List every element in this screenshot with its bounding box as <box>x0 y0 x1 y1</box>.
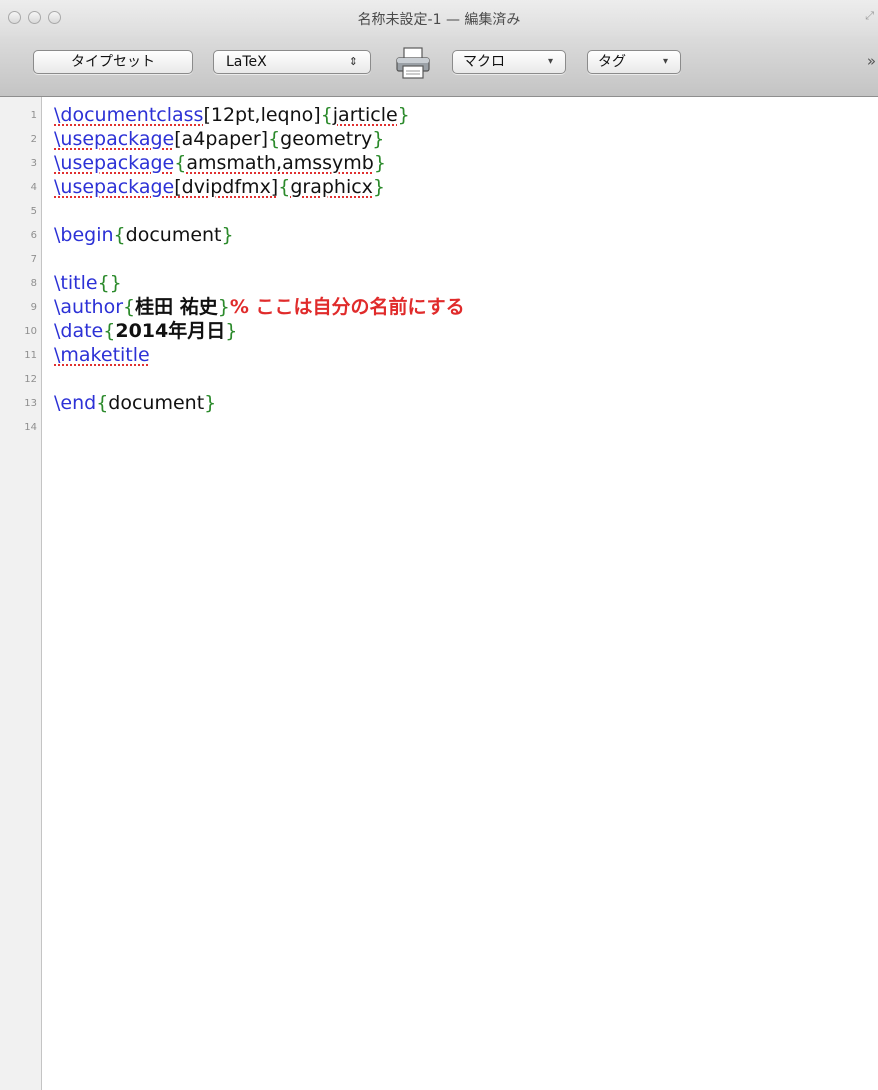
latex-command: \begin <box>54 224 114 246</box>
latex-comment: % ここは自分の名前にする <box>229 296 465 318</box>
brace: { <box>97 272 110 294</box>
brace: } <box>225 320 238 342</box>
chevron-down-icon: ▾ <box>547 56 553 67</box>
code-line[interactable]: \usepackage{amsmath,amssymb} <box>54 151 386 175</box>
format-select-value: LaTeX <box>226 54 267 70</box>
typeset-button[interactable]: タイプセット <box>33 50 193 74</box>
line-number-gutter: 1 2 3 4 5 6 7 8 9 10 11 12 13 14 <box>0 97 42 1090</box>
printer-icon[interactable] <box>393 46 433 82</box>
line-number: 14 <box>24 422 37 433</box>
code-line[interactable]: \end{document} <box>54 391 216 415</box>
latex-command: \author <box>54 296 124 318</box>
line-number: 5 <box>30 206 37 217</box>
code-line[interactable]: \title{} <box>54 271 122 295</box>
line-number: 6 <box>30 230 37 241</box>
brace: } <box>221 224 234 246</box>
line-number: 12 <box>24 374 37 385</box>
latex-argument: amsmath,amssymb <box>186 152 374 174</box>
toolbar-overflow-icon[interactable]: » <box>867 52 876 70</box>
brace: } <box>373 152 386 174</box>
brace: } <box>217 296 230 318</box>
line-number: 13 <box>24 398 37 409</box>
title-bar: 名称未設定-1 — 編集済み ⤢ <box>0 0 878 36</box>
line-number: 7 <box>30 254 37 265</box>
typeset-button-label: タイプセット <box>71 54 155 70</box>
latex-command: \date <box>54 320 104 342</box>
latex-argument: geometry <box>280 128 373 150</box>
latex-option: [12pt,leqno] <box>203 104 321 126</box>
line-number: 1 <box>30 110 37 121</box>
code-line[interactable]: \maketitle <box>54 343 150 367</box>
brace: { <box>96 392 109 414</box>
latex-command: \usepackage <box>54 176 175 198</box>
line-number: 9 <box>30 302 37 313</box>
brace: { <box>174 152 187 174</box>
brace: { <box>113 224 126 246</box>
latex-argument: 2014年月日 <box>115 320 226 342</box>
brace: } <box>372 128 385 150</box>
fullscreen-icon[interactable]: ⤢ <box>865 9 874 23</box>
chevron-down-icon: ▾ <box>662 56 668 67</box>
latex-option: [dvipdfmx] <box>174 176 279 198</box>
brace: { <box>268 128 281 150</box>
latex-argument: 桂田 祐史 <box>135 296 218 318</box>
select-arrows-icon: ⇕ <box>348 55 358 68</box>
brace: } <box>372 176 386 198</box>
code-line[interactable]: \begin{document} <box>54 223 234 247</box>
brace: { <box>278 176 291 198</box>
latex-argument: graphicx <box>290 176 373 198</box>
code-line[interactable]: \date{2014年月日} <box>54 319 237 343</box>
brace: { <box>103 320 116 342</box>
source-editor[interactable]: 1 2 3 4 5 6 7 8 9 10 11 12 13 14 \docume… <box>0 97 878 1090</box>
code-line[interactable]: \documentclass[12pt,leqno]{jarticle} <box>54 103 410 127</box>
latex-option: [a4paper] <box>174 128 269 150</box>
macro-menu-button[interactable]: マクロ ▾ <box>452 50 566 74</box>
format-select[interactable]: LaTeX ⇕ <box>213 50 371 74</box>
line-number: 4 <box>30 182 37 193</box>
macro-menu-label: マクロ <box>463 54 505 70</box>
line-number: 2 <box>30 134 37 145</box>
brace: { <box>123 296 136 318</box>
latex-command: \usepackage <box>54 128 175 150</box>
line-number: 10 <box>24 326 37 337</box>
window-title: 名称未設定-1 — 編集済み <box>357 12 521 28</box>
latex-command: \documentclass <box>54 104 204 126</box>
line-number: 8 <box>30 278 37 289</box>
tags-menu-button[interactable]: タグ ▾ <box>587 50 681 74</box>
tags-menu-label: タグ <box>598 54 626 70</box>
line-number: 11 <box>24 350 37 361</box>
toolbar: タイプセット LaTeX ⇕ マクロ ▾ タグ ▾ » <box>0 36 878 97</box>
brace: } <box>204 392 217 414</box>
latex-command: \maketitle <box>54 344 150 366</box>
latex-argument: document <box>125 224 222 246</box>
line-number: 3 <box>30 158 37 169</box>
latex-argument: jarticle <box>332 104 398 126</box>
code-line[interactable]: \usepackage[a4paper]{geometry} <box>54 127 384 151</box>
code-line[interactable]: \usepackage[dvipdfmx]{graphicx} <box>54 175 385 199</box>
brace: { <box>320 104 333 126</box>
latex-command: \end <box>54 392 97 414</box>
code-line[interactable]: \author{桂田 祐史}% ここは自分の名前にする <box>54 295 465 319</box>
brace: } <box>397 104 410 126</box>
latex-command: \title <box>54 272 98 294</box>
latex-command: \usepackage <box>54 152 175 174</box>
brace: } <box>109 272 122 294</box>
latex-argument: document <box>108 392 205 414</box>
